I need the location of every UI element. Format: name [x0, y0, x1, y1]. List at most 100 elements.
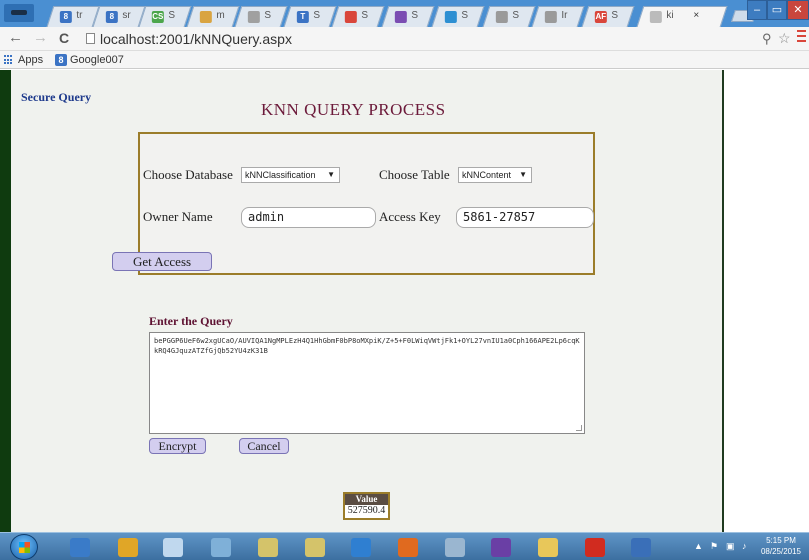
- tab-label: S: [461, 10, 468, 21]
- paint-taskbar-icon[interactable]: [155, 536, 191, 559]
- tab-favicon-icon: [649, 11, 662, 23]
- clock-time: 5:15 PM: [766, 536, 796, 545]
- page-viewport: Secure Query KNN QUERY PROCESS Choose Da…: [0, 70, 809, 532]
- tab-label: sr: [122, 10, 131, 21]
- tab-label: S: [361, 10, 368, 21]
- tab-label: S: [264, 10, 271, 21]
- cancel-button[interactable]: Cancel: [239, 438, 289, 454]
- acrobat-taskbar-icon[interactable]: [577, 536, 613, 559]
- close-window-button[interactable]: ✕: [787, 0, 809, 20]
- minimize-button[interactable]: –: [747, 0, 767, 20]
- google-bookmark-icon: 8: [55, 54, 67, 66]
- browser-tab[interactable]: ki ×: [636, 6, 728, 27]
- tab-label: Ir: [561, 10, 568, 21]
- address-bar[interactable]: localhost:2001/kNNQuery.aspx: [100, 31, 292, 47]
- explorer-icon: [538, 538, 558, 557]
- tab-favicon-icon: [444, 11, 457, 23]
- tab-label: S: [611, 10, 618, 21]
- back-button[interactable]: ←: [8, 29, 23, 47]
- encrypt-button[interactable]: Encrypt: [149, 438, 206, 454]
- ie-icon: [70, 538, 90, 557]
- start-button[interactable]: [10, 534, 38, 560]
- notepad-taskbar-icon[interactable]: [203, 536, 239, 559]
- clock-date: 08/25/2015: [760, 547, 802, 556]
- database-select[interactable]: kNNClassification ▼: [241, 167, 340, 183]
- word-taskbar-icon[interactable]: [623, 536, 659, 559]
- bookmark-star-icon[interactable]: ☆: [778, 30, 791, 47]
- browser-tab[interactable]: 8 tr: [46, 6, 100, 27]
- tab-favicon-icon: [495, 11, 508, 23]
- browser-tab[interactable]: CS S: [138, 6, 192, 27]
- reload-button[interactable]: C: [59, 30, 69, 46]
- page-title: KNN QUERY PROCESS: [261, 100, 446, 119]
- table-select[interactable]: kNNContent ▼: [458, 167, 532, 183]
- tab-favicon-icon: 8: [105, 11, 118, 23]
- access-key-input[interactable]: 5861-27857: [456, 207, 594, 228]
- browser-tab[interactable]: S: [431, 6, 485, 27]
- browser-tab[interactable]: S: [482, 6, 536, 27]
- tab-favicon-icon: AF: [594, 11, 607, 23]
- resize-handle-icon[interactable]: [576, 425, 582, 431]
- network-taskbar-icon[interactable]: [250, 536, 286, 559]
- explorer-taskbar-icon[interactable]: [530, 536, 566, 559]
- browser-tab[interactable]: S: [234, 6, 288, 27]
- query-textarea[interactable]: bePGGP6UeF6w2xgUCaO/AUVIQA1NgMPLEzH4Q1Hh…: [149, 332, 585, 434]
- table-select-value: kNNContent: [462, 170, 512, 180]
- ie-taskbar-icon[interactable]: [62, 536, 98, 559]
- zoom-icon[interactable]: ⚲: [762, 31, 772, 47]
- restore-button[interactable]: ▭: [767, 0, 787, 20]
- tab-favicon-icon: [394, 11, 407, 23]
- browser-tab[interactable]: S: [381, 6, 435, 27]
- media-taskbar-icon[interactable]: [343, 536, 379, 559]
- firefox-icon: [398, 538, 418, 557]
- tab-close-icon[interactable]: ×: [693, 10, 699, 21]
- flag-icon[interactable]: ⚑: [710, 541, 718, 552]
- user-avatar-icon[interactable]: [4, 4, 34, 22]
- sqlserver-taskbar-icon[interactable]: [437, 536, 473, 559]
- page-icon: [86, 33, 95, 44]
- network-icon[interactable]: ▣: [726, 541, 735, 552]
- paint-icon: [163, 538, 183, 557]
- browser-tab[interactable]: TS: [283, 6, 337, 27]
- secure-query-link[interactable]: Secure Query: [21, 90, 91, 105]
- chrome-taskbar-icon[interactable]: [110, 536, 146, 559]
- windows-taskbar: ▲ ⚑ ▣ ♪ 5:15 PM 08/25/2015: [0, 532, 809, 560]
- volume-icon[interactable]: ♪: [742, 541, 747, 551]
- value-number: 527590.4: [347, 505, 386, 516]
- browser-tab[interactable]: S: [331, 6, 385, 27]
- network2-taskbar-icon[interactable]: [297, 536, 333, 559]
- clock[interactable]: 5:15 PM 08/25/2015: [758, 535, 804, 557]
- chrome-icon: [118, 538, 138, 557]
- get-access-button[interactable]: Get Access: [112, 252, 212, 271]
- tab-favicon-icon: CS: [151, 11, 164, 23]
- visualstudio-taskbar-icon[interactable]: [483, 536, 519, 559]
- browser-tab[interactable]: AF S: [581, 6, 635, 27]
- tab-label: m: [216, 10, 225, 21]
- tab-favicon-icon: [544, 11, 557, 23]
- owner-name-label: Owner Name: [143, 209, 213, 224]
- browser-tab[interactable]: 8 sr: [92, 6, 146, 27]
- browser-tab[interactable]: Ir: [531, 6, 585, 27]
- access-key-label: Access Key: [379, 209, 441, 224]
- bookmark-google007[interactable]: Google007: [70, 54, 124, 66]
- left-border: [0, 70, 11, 532]
- forward-button[interactable]: →: [33, 29, 48, 47]
- bookmark-apps[interactable]: Apps: [18, 54, 43, 66]
- tab-favicon-icon: [199, 11, 212, 23]
- firefox-taskbar-icon[interactable]: [390, 536, 426, 559]
- chevron-down-icon: ▼: [519, 170, 527, 179]
- main-content: Secure Query KNN QUERY PROCESS Choose Da…: [11, 70, 724, 532]
- choose-database-label: Choose Database: [143, 167, 233, 182]
- owner-name-input[interactable]: admin: [241, 207, 376, 228]
- menu-icon[interactable]: [797, 30, 807, 44]
- tray-arrow-icon[interactable]: ▲: [694, 541, 703, 551]
- network2-icon: [305, 538, 325, 557]
- value-output: Value 527590.4: [343, 492, 390, 520]
- choose-table-label: Choose Table: [379, 167, 450, 182]
- navigation-bar: ← → C localhost:2001/kNNQuery.aspx ⚲ ☆: [0, 27, 809, 51]
- tab-label: S: [411, 10, 418, 21]
- network-icon: [258, 538, 278, 557]
- browser-tab[interactable]: m: [186, 6, 240, 27]
- word-icon: [631, 538, 651, 557]
- apps-grid-icon[interactable]: [4, 55, 14, 65]
